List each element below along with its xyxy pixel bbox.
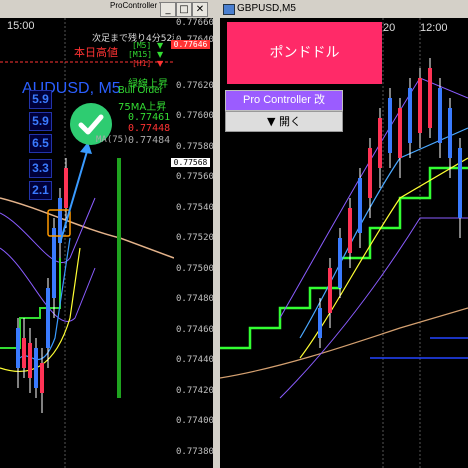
ma-value-3: 0.77484: [128, 135, 171, 146]
price-tick: 0.77560: [176, 172, 213, 182]
price-tick: 0.77580: [176, 142, 213, 152]
price-tick: 0.77400: [176, 416, 213, 426]
price-tick: 0.77440: [176, 355, 213, 365]
pro-controller-button[interactable]: Pro Controller 改: [225, 90, 343, 111]
high-price-tag: 0.77646: [171, 40, 210, 49]
time-label-2: 12:00: [420, 22, 448, 34]
tf-m5-label: [M5]: [132, 41, 152, 50]
minimize-button[interactable]: _: [160, 2, 176, 17]
close-button[interactable]: ✕: [192, 2, 208, 17]
left-title-bar[interactable]: ProController V2 © _ □ ✕: [0, 0, 213, 18]
tf-h1-label: [H1]: [132, 59, 152, 68]
signal-value-4: 3.3: [29, 159, 52, 178]
window-divider[interactable]: [213, 0, 220, 468]
signal-value-2: 5.9: [29, 112, 52, 131]
time-label: 15:00: [7, 20, 35, 32]
price-tick: 0.77540: [176, 203, 213, 213]
price-tick: 0.77380: [176, 447, 213, 457]
signal-value-5: 2.1: [29, 181, 52, 200]
tf-m15-arrow-icon: ▼: [157, 50, 164, 59]
chart-window-icon: [223, 4, 235, 15]
price-scale[interactable]: 0.77660 0.77640 0.77620 0.77600 0.77580 …: [174, 18, 213, 468]
price-tick: 0.77620: [176, 81, 213, 91]
tf-h1-arrow-icon: ▼: [157, 59, 164, 68]
time-label-1: 20: [383, 22, 396, 34]
maximize-button[interactable]: □: [176, 2, 192, 17]
current-price-tag: 0.77568: [171, 158, 210, 167]
price-tick: 0.77600: [176, 111, 213, 121]
price-tick: 0.77500: [176, 264, 213, 274]
symbol-button[interactable]: ポンドドル: [227, 22, 382, 84]
right-title-bar[interactable]: GBPUSD,M5: [220, 0, 468, 18]
right-window-title: GBPUSD,M5: [237, 3, 296, 14]
tf-m15-label: [M15]: [128, 50, 153, 59]
price-tick: 0.77480: [176, 294, 213, 304]
right-chart-canvas: [220, 18, 468, 468]
ma-value-1: 0.77461: [128, 112, 171, 123]
signal-value-3: 6.5: [29, 134, 52, 153]
trend-line-3: 75MA上昇: [118, 102, 167, 113]
price-tick: 0.77460: [176, 325, 213, 335]
left-chart-window[interactable]: ProController V2 © _ □ ✕ 15:00 次足まで残り4分5…: [0, 0, 213, 468]
trend-line-2: Bull Order: [118, 85, 164, 96]
open-button[interactable]: ▼ 開く: [225, 111, 343, 132]
daily-high-label: 本日高値: [74, 46, 118, 59]
price-tick: 0.77520: [176, 233, 213, 243]
signal-value-1: 5.9: [29, 90, 52, 109]
right-chart-window[interactable]: GBPUSD,M5 20 12:00 ポンドドル Pro Controller …: [220, 0, 468, 468]
ma75-label: MA(75): [96, 135, 129, 145]
ma-value-2: 0.77448: [128, 123, 171, 134]
price-tick: 0.77420: [176, 386, 213, 396]
tf-m5-arrow-icon: ▼: [157, 41, 164, 50]
price-tick: 0.77660: [176, 18, 213, 28]
